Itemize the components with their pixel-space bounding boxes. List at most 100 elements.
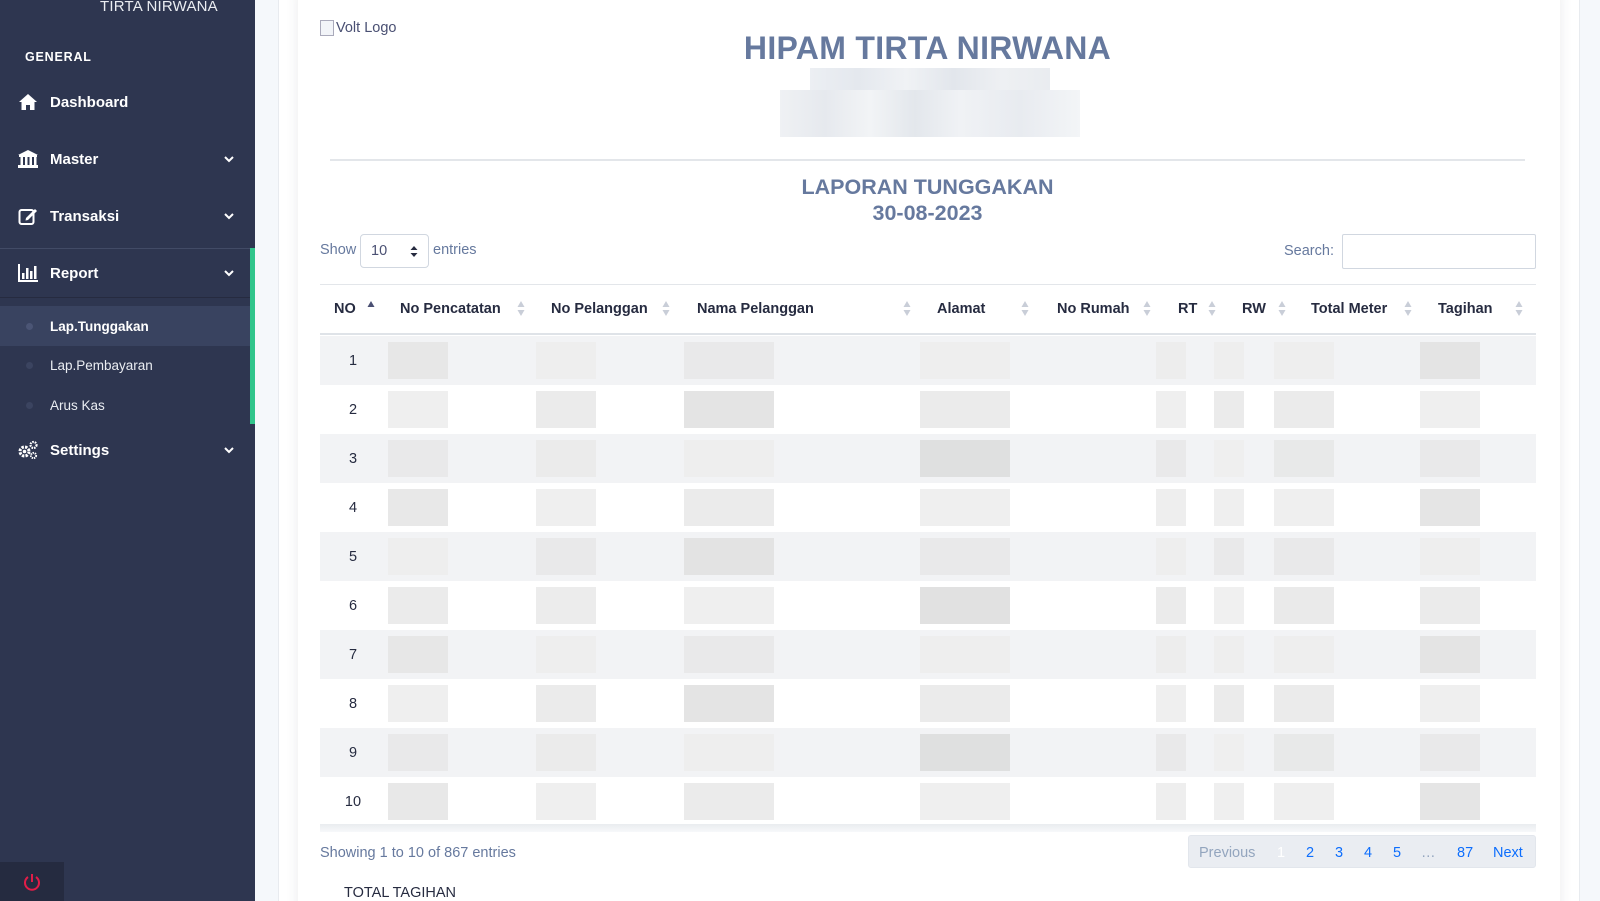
logout-button[interactable] <box>0 862 64 901</box>
redacted-row-content <box>388 342 1536 379</box>
sidebar-item-settings[interactable]: Settings <box>0 430 255 470</box>
table-row[interactable]: 7 <box>320 630 1536 679</box>
column-header[interactable]: No Pelanggan <box>551 297 648 321</box>
divider <box>0 297 250 298</box>
table-row[interactable]: 6 <box>320 581 1536 630</box>
sidebar-item-transaksi[interactable]: Transaksi <box>0 196 255 236</box>
scrollbar[interactable] <box>1585 0 1600 901</box>
broken-image-icon <box>320 20 334 36</box>
row-number: 6 <box>348 597 358 614</box>
redacted-contact <box>780 90 1080 137</box>
sidebar: TIRTA NIRWANA GENERAL Dashboard Master T… <box>0 0 255 901</box>
row-number: 10 <box>344 793 362 810</box>
logo: Volt Logo <box>320 20 396 36</box>
report-title: LAPORAN TUNGGAKAN 30-08-2023 <box>700 174 1155 226</box>
row-number: 1 <box>348 352 358 369</box>
column-header[interactable]: RW <box>1242 297 1266 321</box>
sidebar-subitem-label: Lap.Tunggakan <box>50 318 149 334</box>
sort-icon <box>1515 301 1523 316</box>
column-header[interactable]: Total Meter <box>1311 297 1387 321</box>
sort-icon <box>1143 301 1151 316</box>
row-number: 7 <box>348 646 358 663</box>
pagination-page-2[interactable]: 2 <box>1306 836 1314 869</box>
redacted-address <box>810 68 1050 90</box>
org-title: HIPAM TIRTA NIRWANA <box>743 30 1112 66</box>
pagination-previous[interactable]: Previous <box>1199 836 1255 869</box>
table-row[interactable]: 5 <box>320 532 1536 581</box>
pagination-next[interactable]: Next <box>1493 836 1523 869</box>
redacted-row-content <box>388 489 1536 526</box>
redacted-row-content <box>388 391 1536 428</box>
gears-icon <box>17 439 39 461</box>
pagination-page-3[interactable]: 3 <box>1335 836 1343 869</box>
row-number: 4 <box>348 499 358 516</box>
sidebar-subitem-lap-tunggakan[interactable]: Lap.Tunggakan <box>0 306 250 346</box>
chevron-down-icon <box>224 213 234 220</box>
sort-icon <box>662 301 670 316</box>
chevron-down-icon <box>224 270 234 277</box>
sidebar-subitem-arus-kas[interactable]: Arus Kas <box>0 385 250 425</box>
sort-icon <box>1208 301 1216 316</box>
sort-icon <box>517 301 525 316</box>
sort-icon <box>903 301 911 316</box>
column-header[interactable]: Alamat <box>937 297 985 321</box>
sidebar-item-dashboard[interactable]: Dashboard <box>0 82 255 122</box>
sidebar-item-master[interactable]: Master <box>0 139 255 179</box>
table-row[interactable]: 1 <box>320 336 1536 385</box>
row-number: 2 <box>348 401 358 418</box>
pagination-page-1[interactable]: 1 <box>1277 836 1285 869</box>
chevron-down-icon <box>224 447 234 454</box>
report-date: 30-08-2023 <box>872 201 983 225</box>
table-row[interactable]: 8 <box>320 679 1536 728</box>
sidebar-item-label: Settings <box>50 441 110 459</box>
table-row[interactable]: 4 <box>320 483 1536 532</box>
column-header[interactable]: NO <box>334 297 356 321</box>
sidebar-item-label: Transaksi <box>50 207 120 225</box>
sort-icon <box>367 301 375 307</box>
divider <box>330 159 1525 161</box>
show-label: Show <box>320 242 357 258</box>
redacted-row-content <box>388 587 1536 624</box>
pagination-ellipsis: … <box>1421 844 1436 861</box>
pagination: Previous 1 2 3 4 5 … 87 Next <box>1188 835 1536 868</box>
row-number: 3 <box>348 450 358 467</box>
sidebar-brand: TIRTA NIRWANA <box>100 0 218 15</box>
table-footer-edge <box>320 824 1536 832</box>
table-row[interactable]: 3 <box>320 434 1536 483</box>
sort-icon <box>1404 301 1412 316</box>
redacted-row-content <box>388 783 1536 820</box>
pagination-page-5[interactable]: 5 <box>1393 836 1401 869</box>
sidebar-subitem-lap-pembayaran[interactable]: Lap.Pembayaran <box>0 345 250 385</box>
entries-length-select[interactable]: 10 <box>360 234 429 268</box>
sidebar-item-label: Master <box>50 150 99 168</box>
row-number: 9 <box>348 744 358 761</box>
entries-label: entries <box>433 242 477 258</box>
row-number: 8 <box>348 695 358 712</box>
search-label: Search: <box>1284 243 1334 259</box>
table-row[interactable]: 9 <box>320 728 1536 777</box>
column-header[interactable]: Nama Pelanggan <box>697 297 814 321</box>
bank-icon <box>17 148 39 170</box>
sort-icon <box>1021 301 1029 316</box>
redacted-row-content <box>388 636 1536 673</box>
bullet-icon <box>26 323 33 330</box>
chevron-down-icon <box>224 156 234 163</box>
sidebar-subitem-label: Lap.Pembayaran <box>50 357 153 373</box>
sort-icon <box>1278 301 1286 316</box>
sidebar-subitem-label: Arus Kas <box>50 397 105 413</box>
column-header[interactable]: Tagihan <box>1438 297 1493 321</box>
pagination-page-4[interactable]: 4 <box>1364 836 1372 869</box>
sidebar-item-label: Dashboard <box>50 93 129 111</box>
table-row[interactable]: 2 <box>320 385 1536 434</box>
pagination-page-last[interactable]: 87 <box>1457 836 1473 869</box>
sidebar-item-report[interactable]: Report <box>0 253 255 293</box>
divider <box>320 333 1536 335</box>
column-header[interactable]: No Rumah <box>1057 297 1130 321</box>
chart-icon <box>17 262 39 284</box>
search-input[interactable] <box>1342 234 1536 269</box>
column-header[interactable]: RT <box>1178 297 1197 321</box>
table-row[interactable]: 10 <box>320 777 1536 826</box>
divider <box>320 284 1536 285</box>
row-number: 5 <box>348 548 358 565</box>
column-header[interactable]: No Pencatatan <box>400 297 501 321</box>
